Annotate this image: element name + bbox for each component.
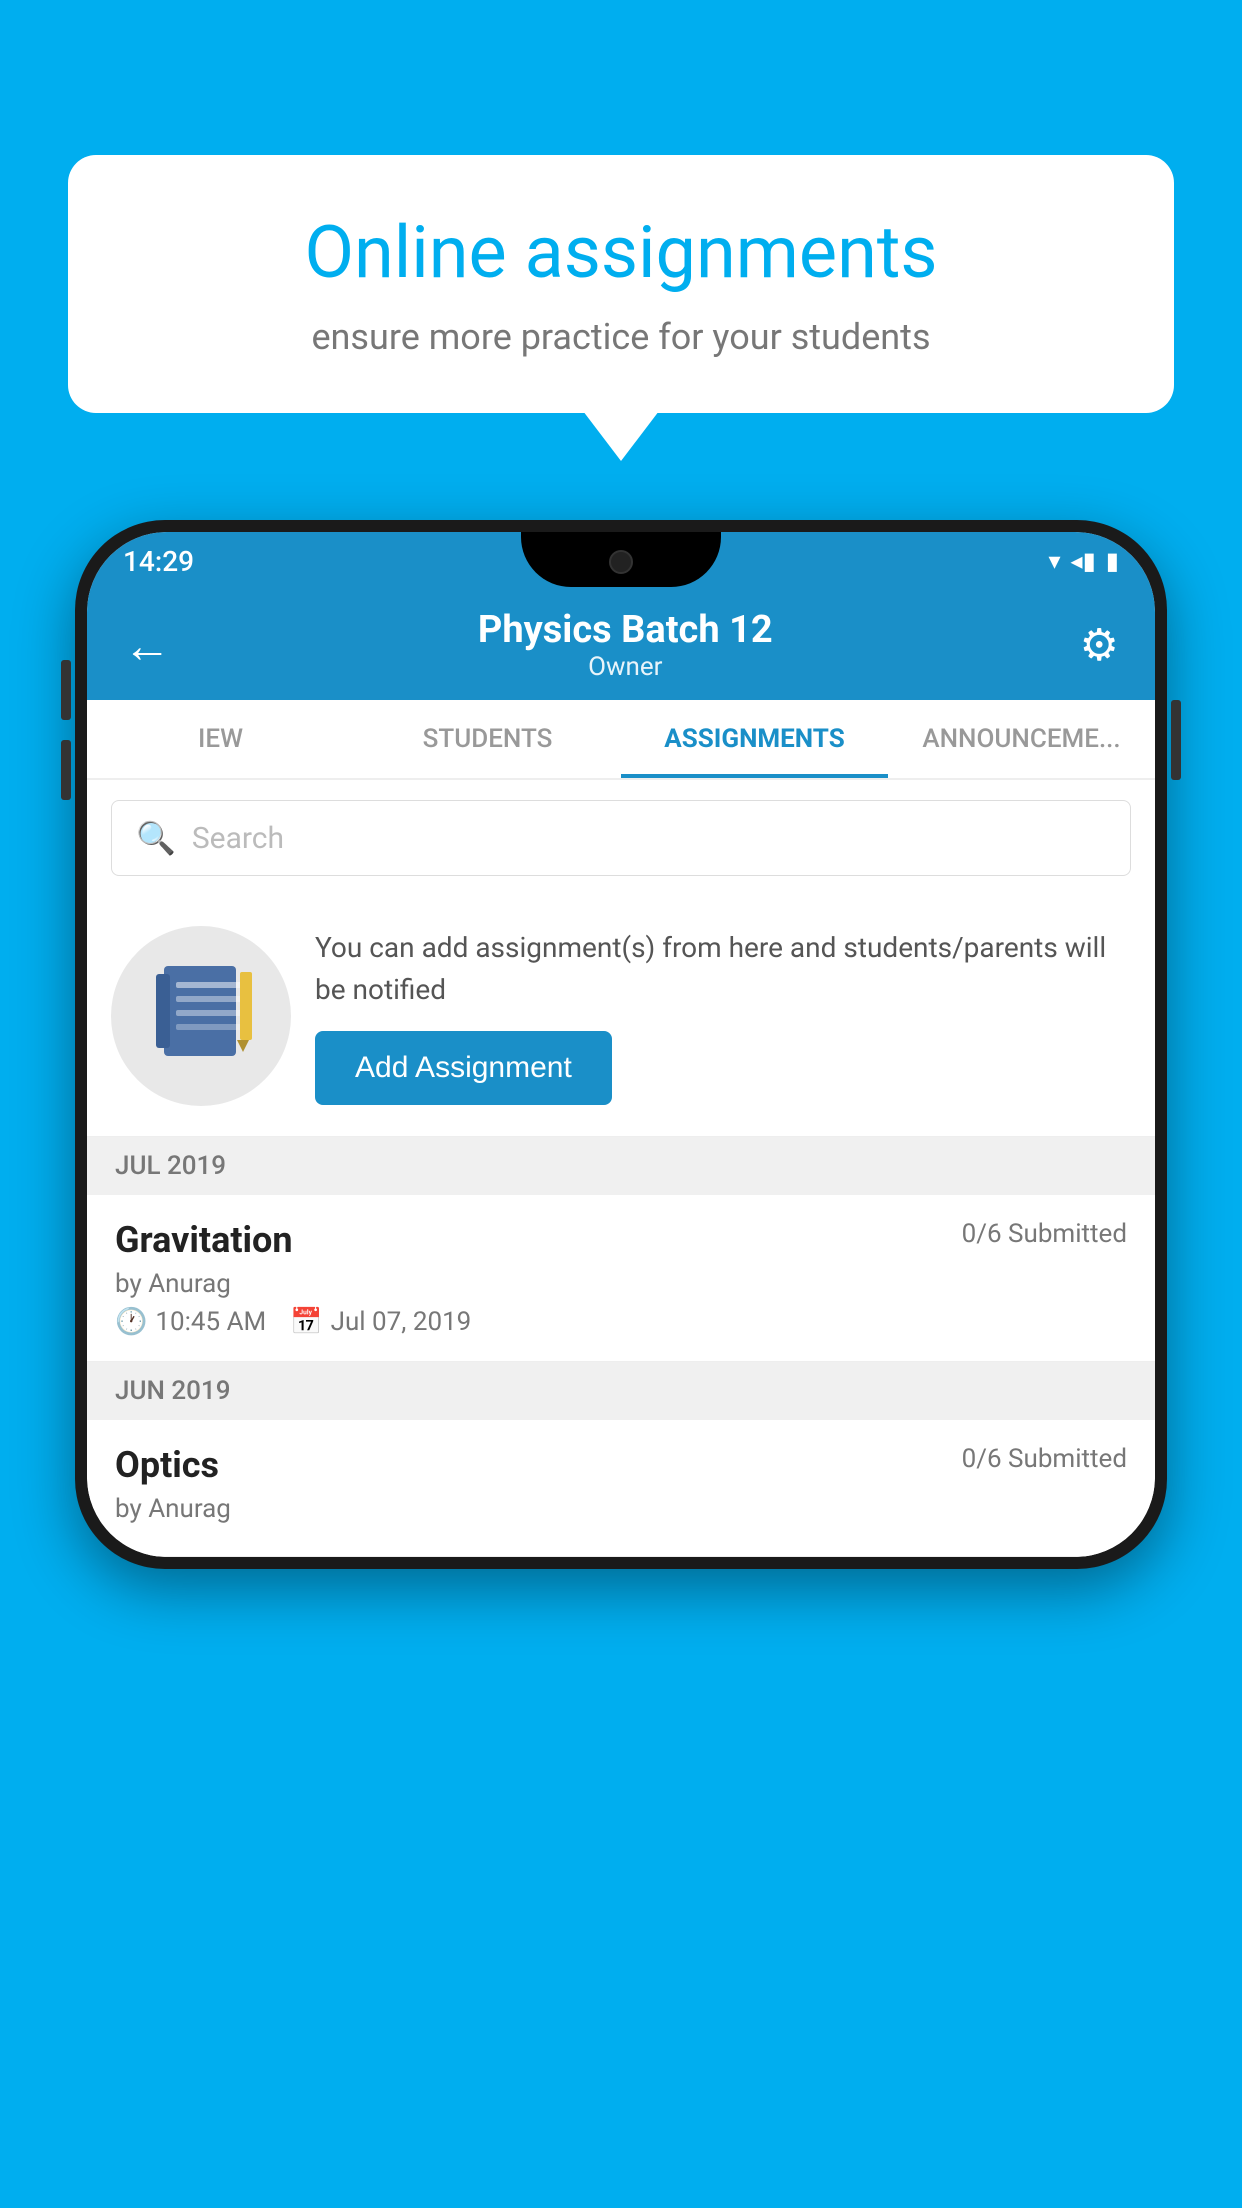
tab-assignments[interactable]: ASSIGNMENTS [621, 700, 888, 778]
assignment-meta-gravitation: 🕐 10:45 AM 📅 Jul 07, 2019 [115, 1307, 1127, 1337]
speech-bubble-container: Online assignments ensure more practice … [68, 155, 1174, 413]
assignment-gravitation-header: Gravitation 0/6 Submitted [115, 1219, 1127, 1261]
assignment-optics[interactable]: Optics 0/6 Submitted by Anurag [87, 1420, 1155, 1557]
assignment-gravitation[interactable]: Gravitation 0/6 Submitted by Anurag 🕐 10… [87, 1195, 1155, 1362]
volume-down-button[interactable] [61, 740, 71, 800]
notch [521, 532, 721, 587]
status-time: 14:29 [123, 545, 194, 578]
search-placeholder: Search [192, 821, 284, 856]
battery-icon: ▮ [1106, 547, 1119, 575]
notebook-spiral [156, 974, 170, 1048]
assignment-date-value: Jul 07, 2019 [331, 1307, 472, 1337]
notebook-lines [176, 982, 242, 1030]
assignment-time-gravitation: 🕐 10:45 AM [115, 1307, 266, 1337]
assignment-author-gravitation: by Anurag [115, 1269, 1127, 1299]
pencil-tip [237, 1040, 249, 1052]
add-assignment-button[interactable]: Add Assignment [315, 1031, 612, 1105]
search-icon: 🔍 [136, 819, 176, 857]
bubble-title: Online assignments [138, 210, 1104, 296]
promo-text: You can add assignment(s) from here and … [315, 927, 1131, 1011]
promo-icon-circle [111, 926, 291, 1106]
month-header-jun: JUN 2019 [87, 1362, 1155, 1420]
assignment-submitted-optics: 0/6 Submitted [962, 1444, 1127, 1474]
signal-icon: ◂▮ [1071, 547, 1096, 575]
promo-content: You can add assignment(s) from here and … [315, 927, 1131, 1105]
tabs-bar: IEW STUDENTS ASSIGNMENTS ANNOUNCEME... [87, 700, 1155, 780]
settings-icon[interactable]: ⚙ [1080, 619, 1119, 671]
phone-outer: 14:29 ▾ ◂▮ ▮ ← Physics Batch 12 Ow [75, 520, 1167, 1569]
front-camera [609, 550, 633, 574]
volume-up-button[interactable] [61, 660, 71, 720]
tab-announcements[interactable]: ANNOUNCEME... [888, 700, 1155, 778]
promo-section: You can add assignment(s) from here and … [87, 896, 1155, 1137]
status-bar: 14:29 ▾ ◂▮ ▮ [87, 532, 1155, 590]
assignment-submitted-gravitation: 0/6 Submitted [962, 1219, 1127, 1249]
search-container: 🔍 Search [87, 780, 1155, 896]
tab-iew[interactable]: IEW [87, 700, 354, 778]
phone-screen: 14:29 ▾ ◂▮ ▮ ← Physics Batch 12 Ow [87, 532, 1155, 1557]
bubble-subtitle: ensure more practice for your students [138, 316, 1104, 358]
back-button[interactable]: ← [123, 617, 171, 674]
wifi-icon: ▾ [1048, 547, 1060, 575]
clock-icon: 🕐 [115, 1307, 147, 1337]
search-bar[interactable]: 🔍 Search [111, 800, 1131, 876]
phone-screen-content: 14:29 ▾ ◂▮ ▮ ← Physics Batch 12 Ow [87, 532, 1155, 1557]
assignment-name-gravitation: Gravitation [115, 1219, 293, 1261]
calendar-icon: 📅 [290, 1307, 322, 1337]
assignment-time-value: 10:45 AM [155, 1307, 266, 1337]
status-icons: ▾ ◂▮ ▮ [1048, 547, 1119, 575]
assignment-name-optics: Optics [115, 1444, 219, 1486]
app-bar-title: Physics Batch 12 [478, 608, 773, 652]
power-button[interactable] [1171, 700, 1181, 780]
speech-bubble: Online assignments ensure more practice … [68, 155, 1174, 413]
pencil-body [240, 972, 252, 1040]
phone-wrapper: 14:29 ▾ ◂▮ ▮ ← Physics Batch 12 Ow [75, 520, 1167, 1569]
tab-students[interactable]: STUDENTS [354, 700, 621, 778]
app-bar-subtitle: Owner [478, 652, 773, 682]
assignment-optics-header: Optics 0/6 Submitted [115, 1444, 1127, 1486]
month-header-jul: JUL 2019 [87, 1137, 1155, 1195]
app-bar-title-group: Physics Batch 12 Owner [478, 608, 773, 682]
assignment-author-optics: by Anurag [115, 1494, 1127, 1524]
assignment-date-gravitation: 📅 Jul 07, 2019 [290, 1307, 471, 1337]
app-bar: ← Physics Batch 12 Owner ⚙ [87, 590, 1155, 700]
